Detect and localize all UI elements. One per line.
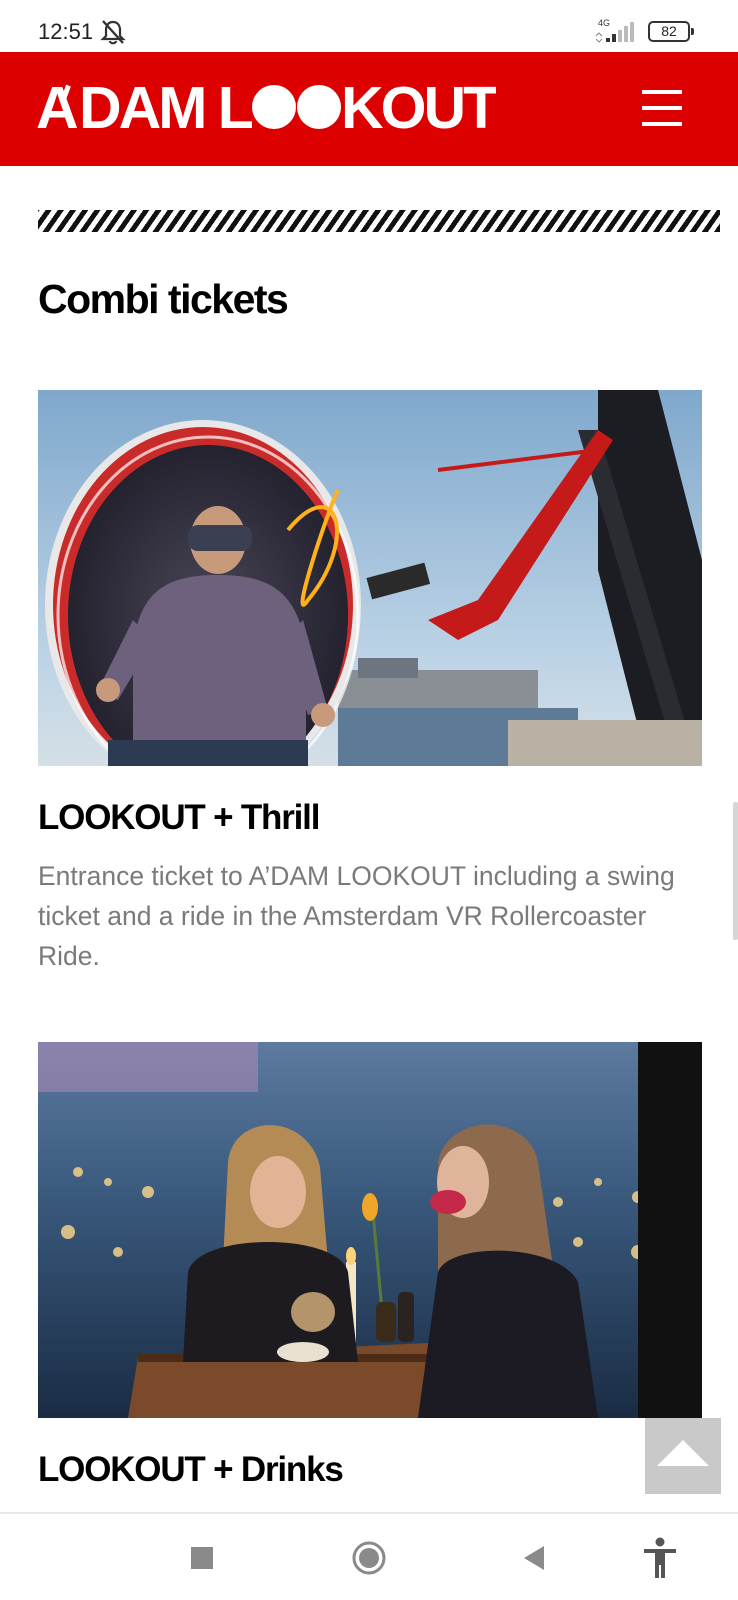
svg-text:KOUT: KOUT [341, 79, 496, 139]
hamburger-icon [642, 90, 682, 94]
thrill-ticket-image[interactable] [38, 390, 702, 766]
signal-icon [595, 22, 634, 43]
accessibility-icon[interactable] [636, 1534, 684, 1582]
site-header: A DAM L KOUT [0, 52, 738, 166]
drinks-ticket-image[interactable] [38, 1042, 702, 1418]
bell-off-icon [100, 20, 126, 45]
status-time: 12:51 [38, 19, 94, 44]
status-bar: 12:51 4G 82 [0, 0, 738, 52]
home-icon[interactable] [345, 1534, 393, 1582]
recents-icon[interactable] [178, 1534, 226, 1582]
svg-text:DAM L: DAM L [79, 79, 253, 139]
svg-text:A: A [36, 79, 78, 139]
card-title-thrill[interactable]: LOOKOUT + Thrill [38, 798, 320, 838]
card-description-thrill: Entrance ticket to A’DAM LOOKOUT includi… [38, 861, 675, 971]
back-to-top-button[interactable] [645, 1418, 721, 1494]
adam-lookout-logo[interactable]: A DAM L KOUT [36, 79, 496, 139]
section-title: Combi tickets [38, 276, 289, 322]
battery-indicator: 82 [648, 21, 694, 42]
menu-button[interactable] [634, 84, 690, 134]
scroll-indicator[interactable] [733, 802, 738, 940]
card-title-drinks[interactable]: LOOKOUT + Drinks [38, 1450, 344, 1490]
system-nav-bar [0, 1514, 738, 1600]
back-icon[interactable] [510, 1534, 558, 1582]
striped-divider [38, 210, 720, 232]
